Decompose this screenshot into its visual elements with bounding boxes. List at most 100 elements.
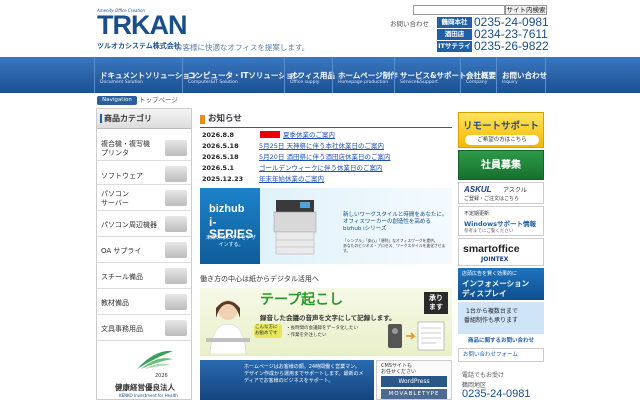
cms-caption-line: お任せください	[381, 369, 417, 375]
nav-label: サービス&サポート	[400, 71, 467, 80]
homepage-banner-text: ホームページはお客様の顔。24時間働く営業マン。デザイン作成から運用までサポート…	[244, 364, 364, 384]
nav-label: ドキュメントソリューション	[100, 71, 198, 80]
news-link[interactable]: 5月25日 天神祭に伴う本社休業日のご案内	[259, 141, 384, 151]
homepage-banner[interactable]: ホームページはお客様の顔。24時間働く営業マン。デザイン作成から運用までサポート…	[200, 360, 374, 400]
nav-item-service[interactable]: サービス&サポート Service&Support	[394, 57, 467, 93]
office-badge-sakata: 酒田店	[437, 29, 472, 40]
woman-with-headset-image	[206, 300, 250, 354]
nav-item-company[interactable]: 会社概要 Company	[460, 57, 496, 93]
remote-support-banner[interactable]: リモートサポート ご希望の方はこちら	[458, 112, 544, 148]
askul-name: アスクル	[503, 187, 527, 194]
office-tel-it: 0235-26-9822	[474, 39, 549, 53]
nav-item-document[interactable]: ドキュメントソリューション Document Solution	[94, 57, 198, 93]
askul-logo: ASKUL	[464, 185, 492, 194]
sidebar-item-steel[interactable]: スチール備品	[97, 265, 191, 289]
bizhub-copy-line: オフィスワーカーの創造性を高める	[343, 219, 431, 225]
bizhub-catch: 未来のはたらくをデザインする。	[206, 235, 256, 248]
sidebar-item-pc[interactable]: パソコン サーバー	[97, 187, 191, 211]
company-name: ツルオカシステム株式会社	[97, 42, 181, 50]
recommend-bubble: こんな方にお勧めです	[254, 324, 282, 338]
breadcrumb-current[interactable]: トップページ	[139, 96, 178, 105]
smartoffice-logo: smartoffice	[463, 243, 520, 255]
seal-title: 健康経営優良法人	[115, 383, 175, 392]
logo-brand: TRKAN	[97, 10, 187, 40]
office-badge-honsha: 鶴岡本社	[437, 17, 472, 28]
recruit-banner[interactable]: 社員募集	[458, 150, 544, 180]
information-display-banner[interactable]: 店頭広告を賢く効果的に インフォメーション ディスプレイ	[458, 268, 544, 300]
nav-item-inquiry[interactable]: お問い合わせ Inquiry	[496, 57, 547, 93]
nav-sublabel: Homepage production	[338, 80, 389, 85]
news-date: 2026.5.18	[202, 142, 239, 150]
sidebar-item-oa-supply[interactable]: OA サプライ	[97, 239, 191, 263]
product-inquiry-heading: 商品に関するお問い合わせ	[458, 336, 544, 346]
remote-support-sub: ご希望の方はこちら	[465, 135, 539, 145]
nav-item-office-supply[interactable]: オフィス用品 Office supply	[284, 57, 335, 93]
news-link[interactable]: 年末年始休業のご案内	[259, 174, 324, 184]
toner-icon	[165, 242, 187, 258]
teaching-icon	[165, 294, 187, 310]
nav-item-homepage[interactable]: ホームページ制作 Homepage production	[332, 57, 398, 93]
nav-item-computer[interactable]: コンピュータ・ITソリューション Computer&IT Solution	[182, 57, 301, 93]
display-note: 店頭広告を賢く効果的に	[462, 271, 518, 277]
signage-banner[interactable]: 1台から複数台まで 番組制作も承ります	[458, 302, 544, 334]
copier-icon	[165, 140, 187, 156]
nav-sublabel: Document Solution	[100, 80, 144, 85]
search-button[interactable]: サイト内検索	[505, 5, 547, 15]
category-sidebar: 商品カテゴリ 複合機・複写機 プリンタ ソフトウェア パソコン サーバー パソコ…	[96, 108, 192, 400]
nav-label: お問い合わせ	[502, 71, 547, 80]
transcription-subtitle: 録音した会議の音声を文字にして記録します。	[260, 314, 396, 322]
bizhub-logo: bizhub	[209, 203, 245, 215]
seal-year: 2026	[155, 373, 168, 379]
phone-number[interactable]: 0235-24-0981	[462, 388, 531, 400]
windows-support-note: 不定期更新	[464, 211, 490, 217]
news-link[interactable]: 夏季休業のご案内	[283, 130, 335, 140]
inquiry-form-label: お問い合わせフォーム	[463, 352, 518, 358]
smartoffice-banner[interactable]: smartoffice JOINTEX	[458, 238, 544, 266]
company-logo[interactable]: Amenity Office Creation TRKAN ツルオカシステム株式…	[97, 8, 187, 52]
nav-sublabel: Service&Support	[400, 80, 438, 85]
contact-link[interactable]: お問い合わせ	[390, 18, 429, 28]
inquiry-form-button[interactable]: お問い合わせフォーム	[458, 348, 544, 362]
phone-contact: 電話でもお受け 鶴岡地区 0235-24-0981	[458, 370, 544, 400]
software-icon	[165, 166, 187, 182]
bizhub-note-line: あなたのビジネス・プロセス、ワークスタイルを進化させます。	[343, 243, 446, 253]
sidebar-item-copier[interactable]: 複合機・複写機 プリンタ	[97, 137, 191, 161]
news-date: 2026.5.1	[202, 164, 235, 172]
nav-label: オフィス用品	[290, 71, 335, 80]
wordpress-logo: WordPress	[381, 376, 447, 387]
peripherals-icon	[165, 216, 187, 232]
cms-caption: CMSサイトも お任せください	[381, 363, 416, 375]
nav-sublabel: Office supply	[290, 80, 320, 85]
transcription-title: テープ起こし	[260, 292, 344, 308]
site-tagline: お客様に快適なオフィスを提案します。	[175, 43, 310, 52]
health-management-seal[interactable]: 2026 健康経営優良法人 KENKO Investment for Healt…	[111, 347, 181, 399]
printer-icon	[273, 200, 317, 255]
sidebar-item-peripherals[interactable]: パソコン周辺機器	[97, 213, 191, 237]
recorder-and-document-icons	[388, 321, 445, 351]
movabletype-logo: MOVABLETYPE	[381, 389, 447, 399]
nav-sublabel: Inquiry	[502, 80, 518, 85]
search-input[interactable]	[413, 5, 505, 15]
windows-support-banner[interactable]: 不定期更新 Windowsサポート情報 参考までにご覧ください	[458, 206, 544, 236]
sidebar-item-software[interactable]: ソフトウェア	[97, 163, 191, 185]
bizhub-brand-panel: bizhub i-SERIES 未来のはたらくをデザインする。	[200, 188, 260, 264]
news-link[interactable]: 5月20日 酒田祭に伴う酒田店休業日のご案内	[259, 152, 390, 162]
bizhub-banner[interactable]: bizhub i-SERIES 未来のはたらくをデザインする。 新しいワークスタ…	[200, 188, 452, 264]
transcription-banner[interactable]: テープ起こし 承り ます 録音した会議の音声を文字にして記録します。 こんな方に…	[200, 288, 452, 356]
signage-line-2: 番組制作も承ります	[464, 317, 519, 324]
sidebar-item-teaching[interactable]: 教材備品	[97, 291, 191, 315]
news-link[interactable]: ゴールデンウィークに伴う休業日のご案内	[259, 163, 383, 173]
computer-icon	[165, 190, 187, 206]
signage-line-1: 1台から複数台まで	[466, 308, 518, 315]
nav-sublabel: Company	[466, 80, 488, 85]
sidebar-item-stationery[interactable]: 文具事務用品	[97, 317, 191, 341]
breadcrumb-label: Navigation	[97, 96, 137, 105]
new-badge	[260, 131, 280, 138]
askul-sub: ご登録・ご注文はこちら	[464, 196, 520, 202]
askul-banner[interactable]: ASKUL アスクル ご登録・ご注文はこちら	[458, 182, 544, 204]
display-title-2: ディスプレイ	[462, 289, 507, 298]
windows-support-sub: 参考までにご覧ください	[464, 229, 514, 234]
news-heading: お知らせ	[200, 112, 452, 128]
cms-banner[interactable]: CMSサイトも お任せください WordPress MOVABLETYPE	[376, 360, 452, 400]
seal-subtitle: KENKO Investment for Health	[119, 393, 178, 398]
